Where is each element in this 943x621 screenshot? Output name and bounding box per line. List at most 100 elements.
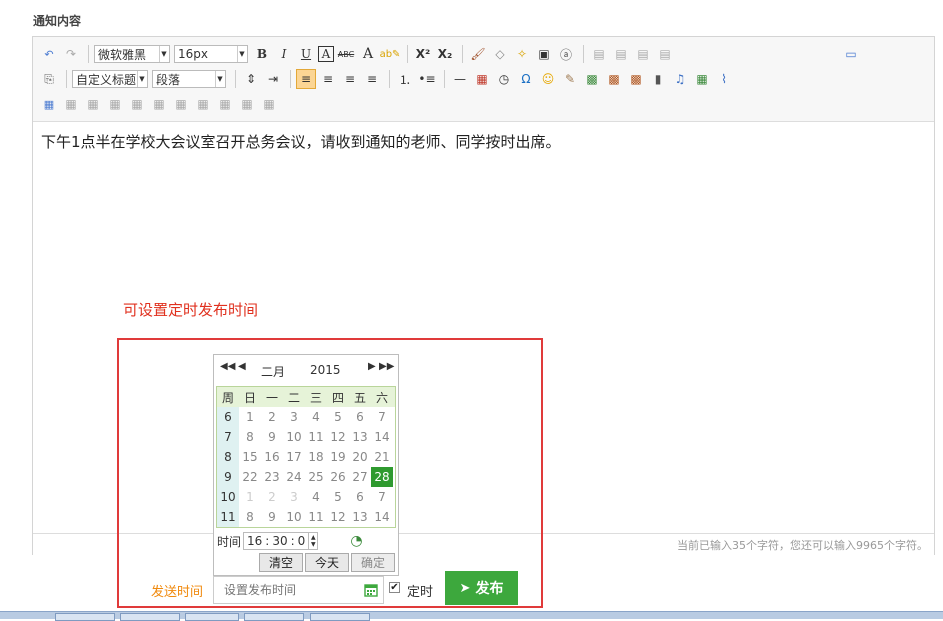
- day-cell[interactable]: 5: [327, 407, 349, 427]
- day-cell[interactable]: 14: [371, 427, 393, 447]
- font-size-select[interactable]: 16px ▼: [174, 45, 248, 63]
- scrawl-icon[interactable]: ✎: [560, 69, 580, 89]
- magic-wand-icon[interactable]: ✧: [512, 44, 532, 64]
- line-height-icon[interactable]: ⇕: [241, 69, 261, 89]
- minute-field[interactable]: 30: [272, 534, 287, 548]
- day-cell[interactable]: 18: [305, 447, 327, 467]
- day-cell[interactable]: 3: [283, 487, 305, 507]
- taskbar-item[interactable]: [244, 613, 304, 621]
- delete-table-icon[interactable]: ▦: [61, 94, 81, 114]
- align-center-icon[interactable]: ≡: [340, 69, 360, 89]
- insert-col-icon[interactable]: ▦: [127, 94, 147, 114]
- day-cell[interactable]: 9: [261, 427, 283, 447]
- taskbar-item[interactable]: [185, 613, 239, 621]
- strikethrough-button[interactable]: ABC: [336, 44, 356, 64]
- day-cell[interactable]: 7: [371, 487, 393, 507]
- day-cell[interactable]: 9: [261, 507, 283, 527]
- merge-cells-icon[interactable]: ▦: [193, 94, 213, 114]
- day-cell[interactable]: 13: [349, 427, 371, 447]
- time-icon[interactable]: ◷: [494, 69, 514, 89]
- day-cell[interactable]: 6: [349, 487, 371, 507]
- paragraph-select[interactable]: 段落 ▼: [152, 70, 226, 88]
- day-cell[interactable]: 2: [261, 487, 283, 507]
- day-cell[interactable]: 5: [327, 487, 349, 507]
- multi-image-icon[interactable]: ▩: [604, 69, 624, 89]
- align-right-icon[interactable]: ≡: [318, 69, 338, 89]
- merge-down-icon[interactable]: ▦: [237, 94, 257, 114]
- clear-button[interactable]: 清空: [259, 553, 303, 572]
- day-cell[interactable]: 12: [327, 427, 349, 447]
- day-cell[interactable]: 26: [327, 467, 349, 487]
- bold-button[interactable]: B: [252, 44, 272, 64]
- calendar-year[interactable]: 2015: [310, 363, 341, 377]
- publish-button[interactable]: ➤ 发布: [445, 571, 518, 605]
- day-cell[interactable]: 21: [371, 447, 393, 467]
- next-month-icon[interactable]: ▶: [368, 361, 376, 372]
- split-cells-icon[interactable]: ▦: [259, 94, 279, 114]
- font-color-button[interactable]: A: [358, 44, 378, 64]
- day-cell[interactable]: 14: [371, 507, 393, 527]
- time-spinner[interactable]: ▲ ▼: [309, 532, 319, 550]
- superscript-button[interactable]: X²: [413, 44, 433, 64]
- underline-button[interactable]: U: [296, 44, 316, 64]
- align-image-center-icon[interactable]: ▤: [633, 44, 653, 64]
- timed-checkbox[interactable]: ✔: [389, 582, 400, 593]
- font-family-select[interactable]: 微软雅黑 ▼: [94, 45, 170, 63]
- ordered-list-icon[interactable]: ⒈: [395, 69, 415, 89]
- format-brush-icon[interactable]: 🖌: [468, 44, 488, 64]
- align-justify-icon[interactable]: ≡: [362, 69, 382, 89]
- video-icon[interactable]: ▮: [648, 69, 668, 89]
- day-cell[interactable]: 10: [283, 427, 305, 447]
- time-input[interactable]: 16 : 30 : 0: [243, 532, 310, 550]
- day-cell[interactable]: 1: [239, 407, 261, 427]
- day-cell[interactable]: 6: [349, 407, 371, 427]
- day-cell[interactable]: 2: [261, 407, 283, 427]
- calendar-month[interactable]: 二月: [261, 363, 285, 380]
- day-cell[interactable]: 11: [305, 507, 327, 527]
- redo-icon[interactable]: ↷: [61, 44, 81, 64]
- source-code-icon[interactable]: ⎘: [39, 69, 59, 89]
- day-cell[interactable]: 7: [371, 407, 393, 427]
- highlight-color-icon[interactable]: ab✎: [380, 44, 401, 64]
- day-cell[interactable]: 25: [305, 467, 327, 487]
- insert-table-icon[interactable]: ▦: [39, 94, 59, 114]
- map-icon[interactable]: ▦: [692, 69, 712, 89]
- day-cell[interactable]: 8: [239, 427, 261, 447]
- date-icon[interactable]: ▦: [472, 69, 492, 89]
- custom-heading-select[interactable]: 自定义标题 ▼: [72, 70, 148, 88]
- day-cell[interactable]: 3: [283, 407, 305, 427]
- font-border-button[interactable]: A: [318, 46, 334, 62]
- taskbar-item[interactable]: [120, 613, 180, 621]
- day-cell[interactable]: 11: [305, 427, 327, 447]
- day-cell[interactable]: 24: [283, 467, 305, 487]
- prev-year-icon[interactable]: ◀◀: [220, 361, 235, 372]
- calendar-icon[interactable]: [364, 583, 378, 597]
- unordered-list-icon[interactable]: •≡: [417, 69, 437, 89]
- selected-day-cell[interactable]: 28: [371, 467, 393, 487]
- insert-image-icon[interactable]: ▩: [582, 69, 602, 89]
- hour-field[interactable]: 16: [247, 534, 262, 548]
- align-left-icon[interactable]: ≡: [296, 69, 316, 89]
- italic-button[interactable]: I: [274, 44, 294, 64]
- delete-col-icon[interactable]: ▦: [171, 94, 191, 114]
- clock-icon[interactable]: ◔: [350, 533, 362, 549]
- day-cell[interactable]: 20: [349, 447, 371, 467]
- preview-icon[interactable]: ▭: [841, 44, 861, 64]
- day-cell[interactable]: 13: [349, 507, 371, 527]
- eraser-icon[interactable]: ◇: [490, 44, 510, 64]
- day-cell[interactable]: 17: [283, 447, 305, 467]
- merge-right-icon[interactable]: ▦: [215, 94, 235, 114]
- prev-month-icon[interactable]: ◀: [238, 361, 246, 372]
- taskbar-item[interactable]: [310, 613, 370, 621]
- next-year-icon[interactable]: ▶▶: [379, 361, 394, 372]
- day-cell[interactable]: 27: [349, 467, 371, 487]
- day-cell[interactable]: 4: [305, 487, 327, 507]
- editor-content[interactable]: 下午1点半在学校大会议室召开总务会议，请收到通知的老师、同学按时出席。: [41, 131, 561, 152]
- undo-icon[interactable]: ↶: [39, 44, 59, 64]
- align-image-none-icon[interactable]: ▤: [655, 44, 675, 64]
- indent-icon[interactable]: ⇥: [263, 69, 283, 89]
- day-cell[interactable]: 12: [327, 507, 349, 527]
- day-cell[interactable]: 22: [239, 467, 261, 487]
- delete-row-icon[interactable]: ▦: [149, 94, 169, 114]
- insert-caption-icon[interactable]: ▦: [83, 94, 103, 114]
